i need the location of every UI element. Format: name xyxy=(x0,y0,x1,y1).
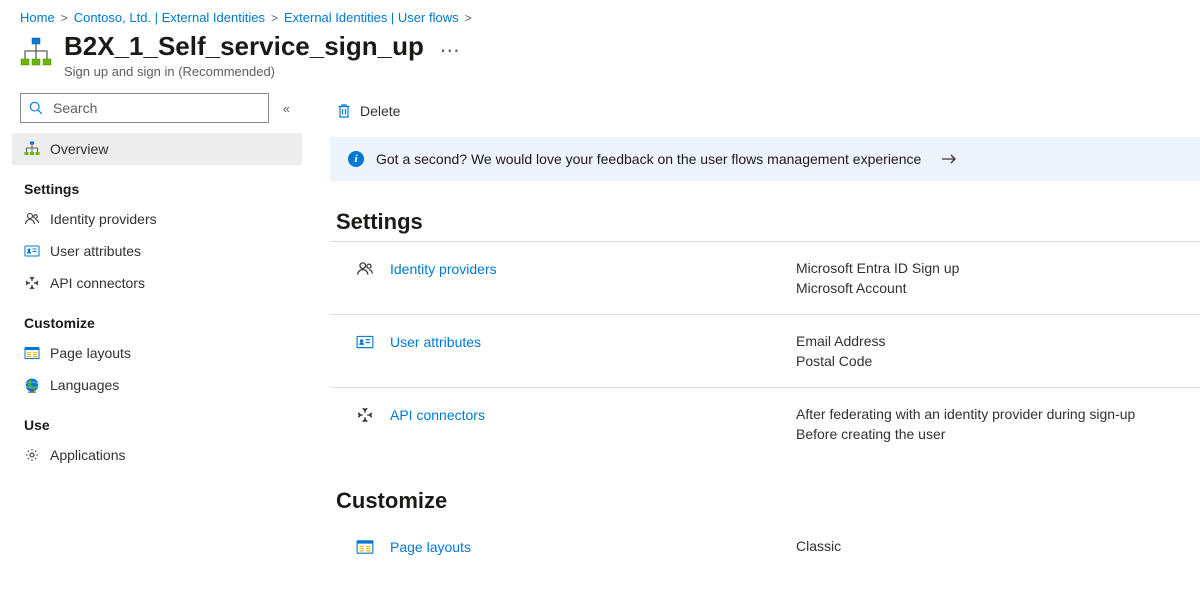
value-text: Classic xyxy=(796,538,1194,554)
sidebar-group-customize: Customize xyxy=(12,299,302,337)
id-card-icon xyxy=(24,243,40,259)
info-icon: i xyxy=(348,151,364,167)
sidebar-group-settings: Settings xyxy=(12,165,302,203)
value-text: Microsoft Entra ID Sign up xyxy=(796,260,1194,276)
more-actions-button[interactable]: ⋯ xyxy=(436,41,464,61)
section-title-settings: Settings xyxy=(330,209,1200,235)
breadcrumb-contoso[interactable]: Contoso, Ltd. | External Identities xyxy=(74,10,265,25)
arrow-right-icon xyxy=(941,153,957,165)
section-title-customize: Customize xyxy=(330,488,1200,514)
sidebar-item-label: Languages xyxy=(50,377,119,393)
value-text: Email Address xyxy=(796,333,1194,349)
feedback-text: Got a second? We would love your feedbac… xyxy=(376,151,921,167)
trash-icon xyxy=(336,103,352,119)
sidebar-item-label: User attributes xyxy=(50,243,141,259)
search-box[interactable] xyxy=(20,93,269,123)
detail-row-identity-providers: Identity providers Microsoft Entra ID Si… xyxy=(330,242,1200,315)
link-page-layouts[interactable]: Page layouts xyxy=(390,539,471,555)
id-card-icon xyxy=(356,333,374,351)
sidebar-item-user-attributes[interactable]: User attributes xyxy=(12,235,302,267)
chevron-right-icon: > xyxy=(271,11,278,25)
value-text: Postal Code xyxy=(796,353,1194,369)
sidebar-item-page-layouts[interactable]: Page layouts xyxy=(12,337,302,369)
people-icon xyxy=(356,260,374,278)
search-icon xyxy=(29,101,43,115)
value-text: After federating with an identity provid… xyxy=(796,406,1194,422)
breadcrumb-home[interactable]: Home xyxy=(20,10,55,25)
sidebar-item-overview[interactable]: Overview xyxy=(12,133,302,165)
search-input[interactable] xyxy=(51,99,260,117)
chevron-right-icon: > xyxy=(61,11,68,25)
link-api-connectors[interactable]: API connectors xyxy=(390,407,485,423)
sidebar: « Overview Settings I xyxy=(0,89,302,491)
link-user-attributes[interactable]: User attributes xyxy=(390,334,481,350)
breadcrumb: Home > Contoso, Ltd. | External Identiti… xyxy=(0,0,1200,31)
sidebar-item-label: Identity providers xyxy=(50,211,157,227)
chevron-right-icon: > xyxy=(465,11,472,25)
sidebar-item-label: Page layouts xyxy=(50,345,131,361)
value-text: Before creating the user xyxy=(796,426,1194,442)
delete-label: Delete xyxy=(360,103,400,119)
feedback-banner[interactable]: i Got a second? We would love your feedb… xyxy=(330,137,1200,181)
page-title-area: B2X_1_Self_service_sign_up ⋯ Sign up and… xyxy=(0,31,1200,89)
value-text: Microsoft Account xyxy=(796,280,1194,296)
sidebar-item-identity-providers[interactable]: Identity providers xyxy=(12,203,302,235)
breadcrumb-userflows[interactable]: External Identities | User flows xyxy=(284,10,459,25)
sidebar-item-label: Overview xyxy=(50,141,108,157)
people-icon xyxy=(24,211,40,227)
collapse-sidebar-button[interactable]: « xyxy=(279,97,294,120)
globe-icon xyxy=(24,377,40,393)
page-title: B2X_1_Self_service_sign_up xyxy=(64,31,424,62)
connectors-icon xyxy=(356,406,374,424)
sidebar-item-label: API connectors xyxy=(50,275,145,291)
sidebar-item-languages[interactable]: Languages xyxy=(12,369,302,401)
sidebar-group-use: Use xyxy=(12,401,302,439)
delete-button[interactable]: Delete xyxy=(330,99,406,123)
connectors-icon xyxy=(24,275,40,291)
sidebar-item-label: Applications xyxy=(50,447,126,463)
sidebar-item-api-connectors[interactable]: API connectors xyxy=(12,267,302,299)
layout-icon xyxy=(24,345,40,361)
main-content: Delete i Got a second? We would love you… xyxy=(302,89,1200,594)
sidebar-item-applications[interactable]: Applications xyxy=(12,439,302,471)
detail-row-api-connectors: API connectors After federating with an … xyxy=(330,388,1200,460)
gear-icon xyxy=(24,447,40,463)
command-bar: Delete xyxy=(330,93,1200,137)
link-identity-providers[interactable]: Identity providers xyxy=(390,261,497,277)
layout-icon xyxy=(356,538,374,556)
detail-row-page-layouts: Page layouts Classic xyxy=(330,520,1200,574)
detail-row-user-attributes: User attributes Email Address Postal Cod… xyxy=(330,315,1200,388)
user-flow-icon xyxy=(20,37,52,69)
page-subtitle: Sign up and sign in (Recommended) xyxy=(64,64,464,79)
overview-icon xyxy=(24,141,40,157)
